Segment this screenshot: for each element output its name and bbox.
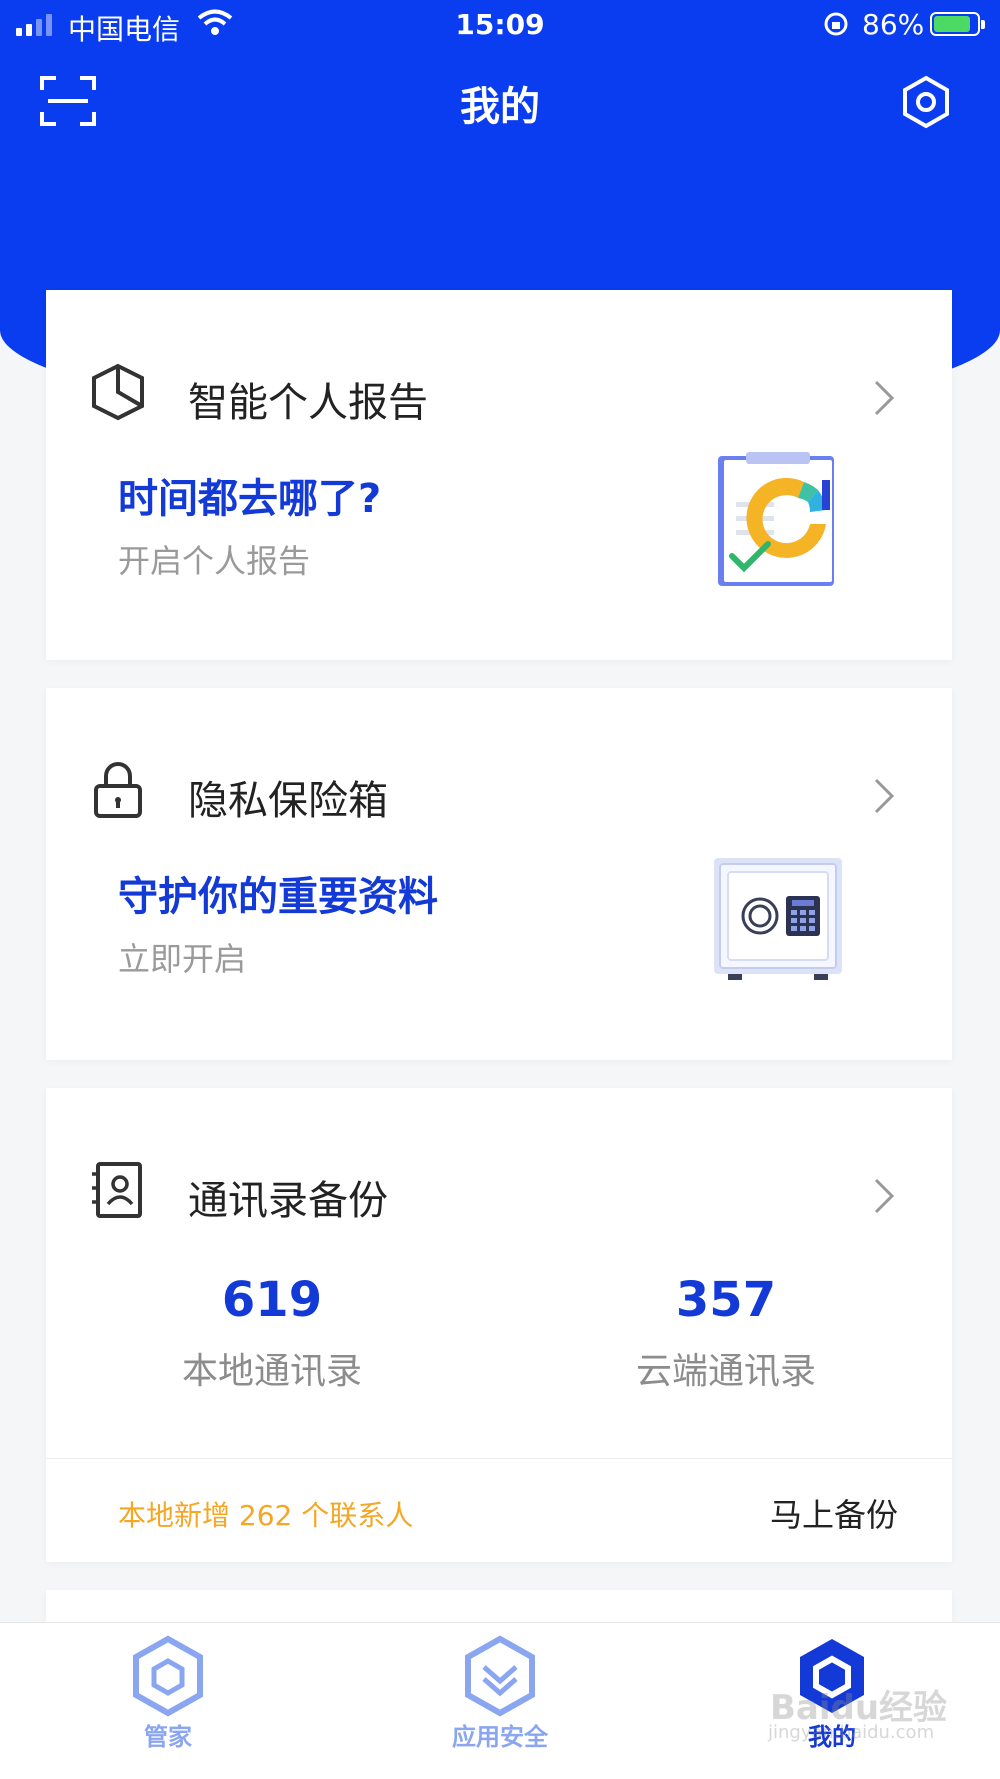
lock-icon (94, 762, 142, 818)
chevron-right-icon[interactable] (870, 776, 898, 816)
vault-card-subtitle: 立即开启 (118, 940, 247, 978)
contacts-book-icon (92, 1162, 142, 1218)
tab-app-security[interactable]: 应用安全 (420, 1635, 580, 1752)
report-card-headline: 时间都去哪了? (118, 476, 382, 522)
report-card[interactable]: 智能个人报告 时间都去哪了? 开启个人报告 (46, 290, 952, 660)
new-contacts-notice: 本地新增 262 个联系人 (118, 1499, 414, 1532)
status-bar: 中国电信 15:09 86% (0, 0, 1000, 52)
nav-bar: 我的 (0, 58, 1000, 144)
local-contacts-count: 619 (221, 1272, 323, 1328)
settings-icon[interactable] (898, 74, 954, 130)
card-divider (46, 1458, 952, 1459)
vault-card-title: 隐私保险箱 (188, 778, 388, 824)
local-contacts-label: 本地通讯录 (181, 1351, 362, 1392)
battery-icon (930, 12, 985, 36)
cloud-contacts-label: 云端通讯录 (635, 1351, 816, 1392)
status-time: 15:09 (455, 8, 545, 41)
tab-app-security-label: 应用安全 (452, 1723, 548, 1751)
vault-card-headline: 守护你的重要资料 (118, 874, 438, 920)
contacts-card-title: 通讯录备份 (188, 1178, 388, 1224)
app-security-hexagon-icon (465, 1635, 535, 1717)
local-contacts-stat[interactable]: 619 本地通讯录 (92, 1272, 452, 1394)
backup-now-button[interactable]: 马上备份 (770, 1490, 898, 1536)
cloud-contacts-stat[interactable]: 357 云端通讯录 (546, 1272, 906, 1394)
baidu-watermark-url: jingyan.baidu.com (768, 1722, 935, 1743)
report-illustration (718, 452, 834, 586)
safe-illustration (714, 858, 842, 980)
report-cube-icon (92, 363, 144, 421)
cloud-contacts-count: 357 (675, 1272, 777, 1328)
tab-manager-label: 管家 (144, 1723, 192, 1751)
page-title: 我的 (460, 84, 540, 130)
tab-manager[interactable]: 管家 (88, 1635, 248, 1752)
manager-hexagon-icon (133, 1635, 203, 1717)
report-card-subtitle: 开启个人报告 (118, 542, 311, 580)
chevron-right-icon[interactable] (870, 378, 898, 418)
vault-card[interactable]: 隐私保险箱 守护你的重要资料 立即开启 (46, 688, 952, 1060)
rotation-lock-icon (824, 12, 848, 36)
battery-fill (934, 16, 971, 32)
report-card-title: 智能个人报告 (188, 380, 428, 426)
battery-percent: 86% (862, 8, 925, 41)
contacts-card[interactable]: 通讯录备份 619 本地通讯录 357 云端通讯录 本地新增 262 个联系人 … (46, 1088, 952, 1562)
chevron-right-icon[interactable] (870, 1176, 898, 1216)
